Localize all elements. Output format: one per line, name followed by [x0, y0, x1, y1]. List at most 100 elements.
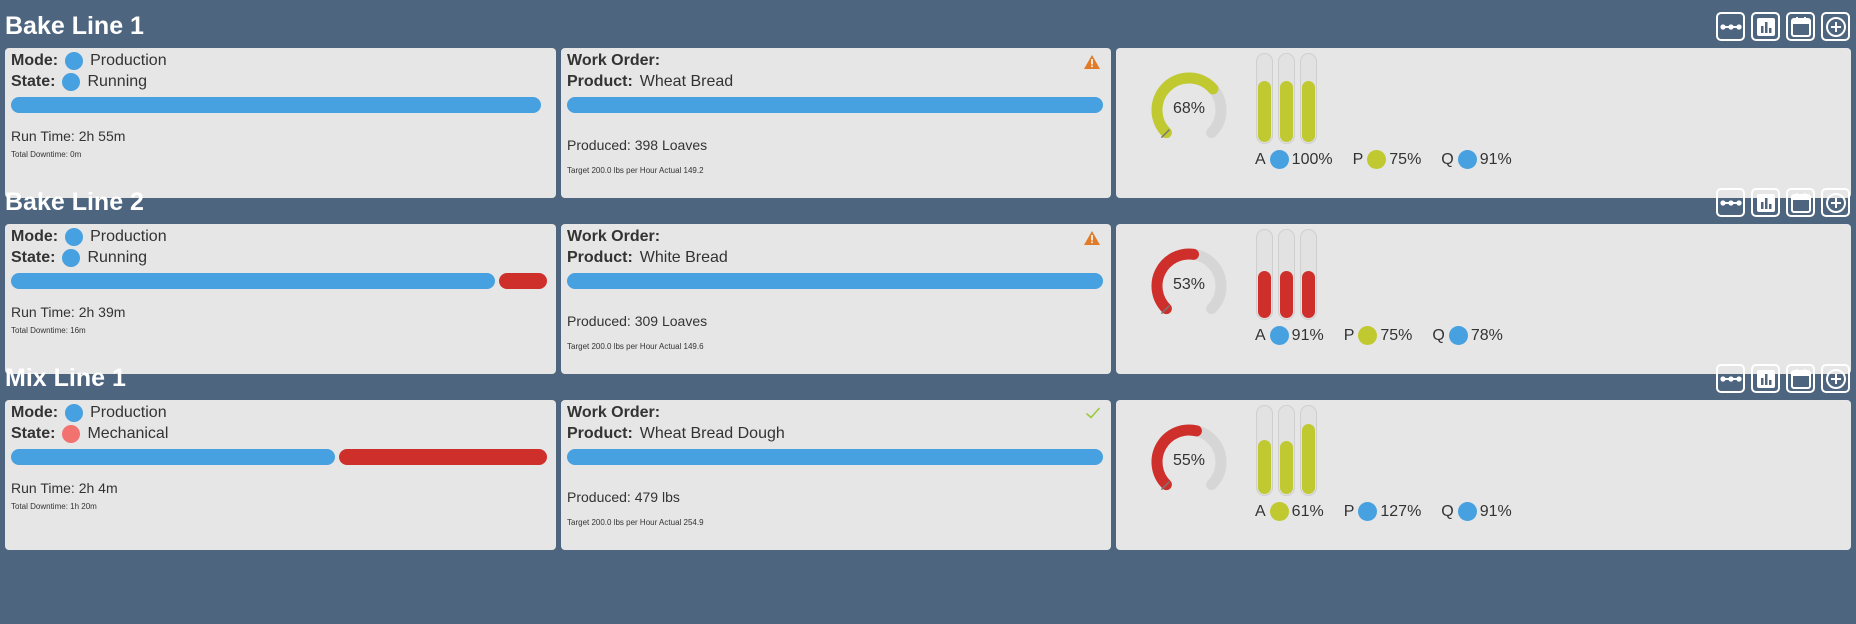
metric-bars [1256, 229, 1317, 320]
downtime-bar [339, 449, 547, 465]
metric-dot [1457, 150, 1477, 169]
product-value: Wheat Bread [639, 73, 734, 90]
work-order-label: Work Order: [567, 404, 661, 421]
metric-value: 91% [1479, 502, 1512, 520]
run-time: Run Time: 2h 55m [11, 128, 126, 144]
calendar-button[interactable] [1786, 364, 1815, 393]
work-order-row: Work Order: [567, 404, 667, 422]
timeline-button[interactable] [1716, 364, 1745, 393]
metric-p: P 127% [1343, 502, 1421, 521]
work-order-label: Work Order: [567, 228, 661, 245]
bar-chart-button[interactable] [1751, 188, 1780, 217]
mode-indicator [65, 52, 84, 70]
metric-p: P 75% [1352, 150, 1421, 169]
mode-value: Production [90, 228, 167, 245]
metric-bar-fill [1280, 81, 1293, 142]
total-downtime: Total Downtime: 16m [11, 326, 86, 335]
metric-bar-fill [1302, 424, 1315, 494]
oee-value: 53% [1172, 276, 1206, 293]
product-row: Product: White Bread [567, 249, 728, 267]
metric-bar-track [1278, 229, 1295, 320]
produced-count: Produced: 398 Loaves [567, 137, 708, 153]
metric-dot [1448, 326, 1468, 345]
mode-label: Mode: [11, 404, 59, 421]
metric-bar-track [1300, 405, 1317, 496]
state-indicator [62, 249, 81, 267]
produced-count: Produced: 309 Loaves [567, 313, 708, 329]
state-value: Running [87, 249, 148, 266]
metric-key: A [1255, 502, 1266, 520]
bar-chart-button[interactable] [1751, 12, 1780, 41]
mode-label: Mode: [11, 52, 59, 69]
metric-legend: A 61% P 127% Q 91% [1255, 502, 1532, 521]
metric-bar-track [1256, 53, 1273, 144]
work-order-row: Work Order: [567, 228, 667, 246]
metric-bar-track [1256, 229, 1273, 320]
target-rate: Target 200.0 lbs per Hour Actual 149.6 [567, 342, 704, 351]
metric-bar-fill [1302, 81, 1315, 142]
state-indicator [62, 73, 81, 91]
add-circle-button[interactable] [1821, 364, 1850, 393]
product-row: Product: Wheat Bread Dough [567, 425, 785, 443]
line-toolbar [1716, 364, 1850, 393]
line-title: Mix Line 1 [5, 364, 126, 392]
metric-key: P [1352, 150, 1364, 168]
metric-bar-fill [1258, 271, 1271, 318]
target-rate: Target 200.0 lbs per Hour Actual 254.9 [567, 518, 704, 527]
mode-row: Mode: Production [11, 228, 167, 246]
production-line-3: Mix Line 1 Mode: Production State: Mecha… [0, 352, 1856, 560]
product-label: Product: [567, 73, 633, 90]
line-title: Bake Line 2 [5, 188, 144, 216]
bar-chart-icon [1756, 369, 1776, 389]
target-rate: Target 200.0 lbs per Hour Actual 149.2 [567, 166, 704, 175]
metric-key: P [1343, 502, 1355, 520]
calendar-button[interactable] [1786, 188, 1815, 217]
line-toolbar [1716, 12, 1850, 41]
status-panel: Mode: Production State: Mechanical Run T… [5, 400, 556, 550]
metric-value: 61% [1291, 502, 1324, 520]
product-value: White Bread [639, 249, 728, 266]
timeline-button[interactable] [1716, 12, 1745, 41]
metric-key: Q [1432, 326, 1445, 344]
metric-bar-fill [1258, 440, 1271, 494]
add-circle-button[interactable] [1821, 12, 1850, 41]
downtime-bar [499, 273, 547, 289]
add-circle-icon [1825, 192, 1847, 214]
timeline-button[interactable] [1716, 188, 1745, 217]
metric-a: A 100% [1255, 150, 1333, 169]
state-label: State: [11, 425, 56, 442]
work-order-label: Work Order: [567, 52, 661, 69]
warning-icon [1083, 230, 1101, 251]
state-indicator [62, 425, 81, 443]
product-value: Wheat Bread Dough [639, 425, 785, 442]
bar-chart-button[interactable] [1751, 364, 1780, 393]
add-circle-button[interactable] [1821, 188, 1850, 217]
add-circle-icon [1825, 368, 1847, 390]
bar-chart-icon [1756, 193, 1776, 213]
metric-key: A [1255, 150, 1266, 168]
metric-bar-fill [1302, 271, 1315, 318]
work-order-row: Work Order: [567, 52, 667, 70]
warning-icon [1083, 54, 1101, 75]
metric-dot [1457, 502, 1477, 521]
add-circle-icon [1825, 16, 1847, 38]
metric-bars [1256, 405, 1317, 496]
metric-bar-track [1278, 53, 1295, 144]
state-row: State: Running [11, 73, 147, 91]
calendar-icon [1790, 192, 1812, 214]
timeline-icon [1719, 22, 1742, 32]
metric-bar-track [1300, 53, 1317, 144]
product-label: Product: [567, 425, 633, 442]
run-time: Run Time: 2h 39m [11, 304, 126, 320]
calendar-button[interactable] [1786, 12, 1815, 41]
metric-dot [1367, 150, 1387, 169]
metric-a: A 61% [1255, 502, 1324, 521]
metric-key: Q [1441, 150, 1454, 168]
metric-bar-track [1278, 405, 1295, 496]
produced-count: Produced: 479 lbs [567, 489, 680, 505]
metric-dot [1269, 150, 1289, 169]
state-label: State: [11, 249, 56, 266]
production-progress-bar [567, 273, 1103, 289]
metric-dot [1269, 326, 1289, 345]
run-time: Run Time: 2h 4m [11, 480, 118, 496]
